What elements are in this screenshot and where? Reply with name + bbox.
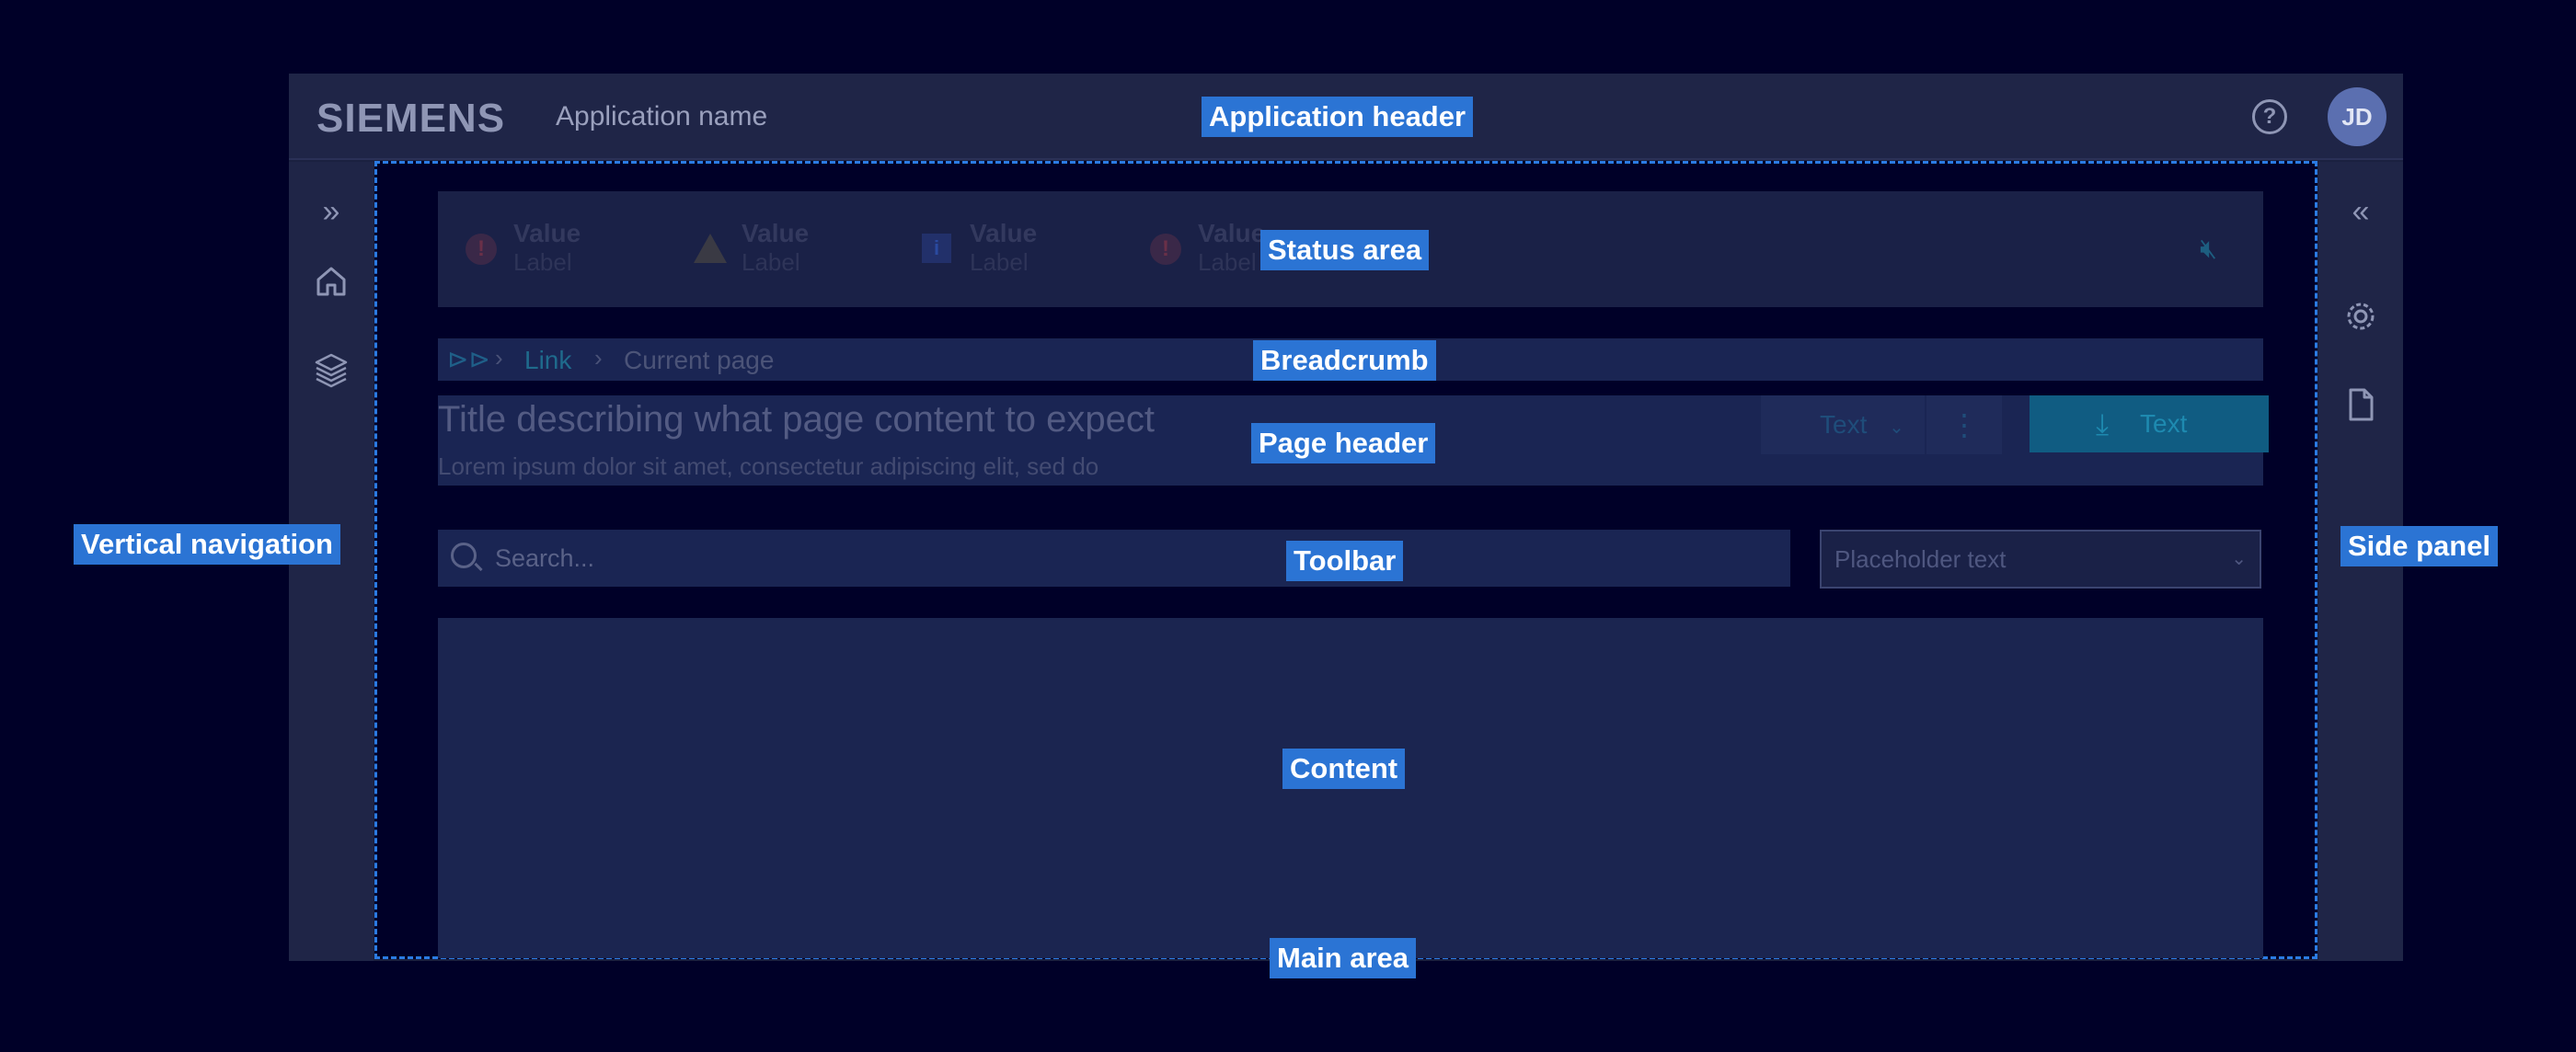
annotation-vertical-navigation: Vertical navigation — [74, 524, 340, 565]
chevrons-left-icon[interactable]: « — [2342, 193, 2379, 230]
error-icon: ! — [1150, 234, 1181, 265]
download-icon: ⤓ — [2096, 407, 2110, 440]
breadcrumb-separator-icon: › — [495, 344, 503, 372]
toolbar — [438, 530, 1790, 587]
chevron-down-icon: ⌄ — [2231, 549, 2247, 569]
search-icon — [451, 543, 477, 568]
error-icon: ! — [466, 234, 497, 265]
status-value: Value — [742, 219, 810, 247]
warning-icon — [694, 234, 727, 263]
status-label: Label — [970, 248, 1029, 276]
status-value: Value — [970, 219, 1038, 247]
dropdown-button[interactable]: Text ⌄ — [1761, 395, 1925, 454]
home-icon[interactable] — [313, 263, 350, 300]
primary-button[interactable]: ⤓ Text — [2030, 395, 2269, 452]
select-placeholder: Placeholder text — [1834, 545, 2007, 573]
info-icon: i — [922, 234, 951, 263]
more-options-button[interactable]: ⋮ — [1926, 395, 2002, 454]
application-name: Application name — [556, 101, 768, 132]
app-frame: SIEMENS Application name ? JD » « ! Valu… — [289, 74, 2403, 961]
annotation-status-area: Status area — [1260, 230, 1430, 270]
annotation-side-panel: Side panel — [2340, 526, 2499, 566]
status-label: Label — [1198, 248, 1257, 276]
primary-button-label: Text — [2140, 409, 2188, 438]
status-value: Value — [1198, 219, 1266, 247]
document-icon[interactable] — [2342, 386, 2379, 423]
annotation-content: Content — [1282, 749, 1406, 789]
breadcrumb-current: Current page — [624, 346, 775, 374]
annotation-page-header: Page header — [1251, 423, 1436, 463]
layers-icon[interactable] — [313, 351, 350, 388]
annotation-application-header: Application header — [1202, 97, 1474, 137]
mute-icon[interactable]: 🔇︎ — [2200, 234, 2217, 265]
breadcrumb-separator-icon: › — [594, 344, 603, 372]
annotation-toolbar: Toolbar — [1286, 541, 1404, 581]
page-title: Title describing what page content to ex… — [438, 399, 1155, 440]
page-subtitle: Lorem ipsum dolor sit amet, consectetur … — [438, 452, 1099, 480]
breadcrumb-home-icon[interactable]: ⊳⊳ — [447, 344, 490, 374]
dropdown-button-label: Text — [1820, 410, 1868, 439]
search-input[interactable] — [495, 543, 1765, 574]
gear-icon[interactable] — [2342, 298, 2379, 335]
status-label: Label — [513, 248, 572, 276]
status-value: Value — [513, 219, 581, 247]
user-avatar[interactable]: JD — [2328, 87, 2386, 146]
annotation-breadcrumb: Breadcrumb — [1253, 340, 1436, 381]
select-dropdown[interactable]: Placeholder text ⌄ — [1820, 530, 2261, 589]
siemens-logo: SIEMENS — [316, 96, 506, 141]
status-label: Label — [742, 248, 800, 276]
chevrons-right-icon[interactable]: » — [313, 193, 350, 230]
annotation-main-area: Main area — [1270, 938, 1417, 978]
breadcrumb-link[interactable]: Link — [524, 346, 571, 375]
chevron-down-icon: ⌄ — [1889, 417, 1904, 438]
help-icon[interactable]: ? — [2252, 99, 2287, 134]
